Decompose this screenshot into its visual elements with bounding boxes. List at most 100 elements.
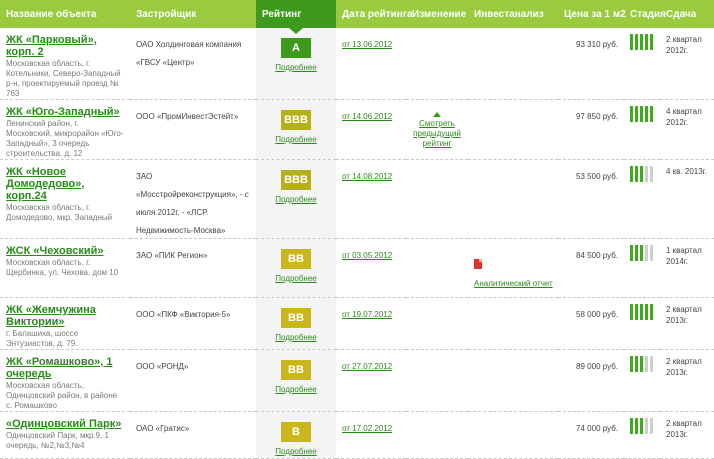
developer-name: ООО «ПромИнвестЭстейт» xyxy=(136,112,239,121)
stage-bar xyxy=(630,356,633,372)
completion-cell: 2 квартал 2012г. xyxy=(660,28,714,100)
date-cell: от 14.06.2012 xyxy=(336,100,406,160)
price-per-m2: 74 000 руб. xyxy=(576,424,618,433)
object-address: Московская область, Одинцовский район, в… xyxy=(6,381,118,410)
details-link[interactable]: Подробнее xyxy=(256,274,336,283)
developer-cell: ООО «РОНД» xyxy=(130,350,256,412)
object-cell: ЖК «Жемчужина Виктории» г. Балашиха, шосс… xyxy=(0,298,130,350)
stage-cell xyxy=(624,28,660,100)
object-address: Московская область, г. Щербинка, ул. Чех… xyxy=(6,258,119,277)
ratings-table-wrapper: Название объекта Застройщик Рейтинг Дата… xyxy=(0,0,714,459)
details-link[interactable]: Подробнее xyxy=(256,63,336,72)
details-link[interactable]: Подробнее xyxy=(256,135,336,144)
object-address: Одинцовский Парк, мкр.9, 1 очередь, №2,№… xyxy=(6,431,109,450)
table-row: ЖК «Жемчужина Виктории» г. Балашиха, шосс… xyxy=(0,297,714,350)
object-name-link[interactable]: ЖК «Юго-Западный» xyxy=(6,106,124,118)
table-row: ЖК «Юго-Западный» Ленинский район, г. Мос… xyxy=(0,99,714,160)
rating-badge[interactable]: A xyxy=(281,38,311,58)
details-link[interactable]: Подробнее xyxy=(256,195,336,204)
table-row: ЖК «Новое Домодедово», корп.24 Московская… xyxy=(0,159,714,239)
rating-date-link[interactable]: от 14.08.2012 xyxy=(342,172,392,181)
change-cell xyxy=(406,239,468,298)
change-cell xyxy=(406,28,468,100)
developer-name: ЗАО «ПИК Регион» xyxy=(136,251,208,260)
stage-bar xyxy=(640,166,643,182)
stage-bar xyxy=(635,245,638,261)
stage-bar xyxy=(640,245,643,261)
stage-bar xyxy=(645,418,648,434)
invest-cell xyxy=(468,100,558,160)
object-cell: ЖК «Новое Домодедово», корп.24 Московская… xyxy=(0,160,130,239)
stage-bar xyxy=(640,106,643,122)
rating-cell: BB Подробнее xyxy=(256,297,336,350)
rating-cell: BBB Подробнее xyxy=(256,99,336,160)
object-name-link[interactable]: ЖК «Жемчужина Виктории» xyxy=(6,304,124,328)
rating-date-link[interactable]: от 03.05.2012 xyxy=(342,251,392,260)
stage-bar xyxy=(630,304,633,320)
col-date-header[interactable]: Дата рейтинга xyxy=(336,0,413,28)
object-name-link[interactable]: ЖК «Ромашково», 1 очередь xyxy=(6,356,124,380)
stage-bar xyxy=(650,304,653,320)
developer-cell: ОАО «Гратис» xyxy=(130,412,256,459)
col-price-header[interactable]: Цена за 1 м2 xyxy=(558,0,626,28)
col-rating-header[interactable]: Рейтинг xyxy=(256,0,336,34)
developer-name: ООО «РОНД» xyxy=(136,362,189,371)
stage-bar xyxy=(630,166,633,182)
stage-cell xyxy=(624,239,660,298)
price-cell: 58 000 руб. xyxy=(558,298,624,350)
rating-badge[interactable]: BBB xyxy=(281,170,311,190)
rating-badge[interactable]: BB xyxy=(281,249,311,269)
stage-cell xyxy=(624,298,660,350)
object-name-link[interactable]: «Одинцовский Парк» xyxy=(6,418,124,430)
rating-badge[interactable]: BB xyxy=(281,360,311,380)
object-address: г. Балашиха, шоссе Энтузиастов, д. 79. xyxy=(6,329,79,348)
rating-date-link[interactable]: от 13.06.2012 xyxy=(342,40,392,49)
col-change-header[interactable]: Изменение xyxy=(406,0,468,28)
rating-badge[interactable]: BBB xyxy=(281,110,311,130)
col-completion-header[interactable]: Сдача xyxy=(660,0,714,28)
object-name-link[interactable]: ЖК «Новое Домодедово», корп.24 xyxy=(6,166,124,202)
details-link[interactable]: Подробнее xyxy=(256,447,336,456)
stage-bar xyxy=(635,106,638,122)
col-stage-header[interactable]: Стадия xyxy=(624,0,666,28)
col-developer-header[interactable]: Застройщик xyxy=(130,0,256,28)
object-name-link[interactable]: ЖСК «Чеховский» xyxy=(6,245,124,257)
rating-badge[interactable]: B xyxy=(281,422,311,442)
col-name-header[interactable]: Название объекта xyxy=(0,0,130,28)
completion-cell: 4 кв. 2013г. xyxy=(660,160,714,239)
price-cell: 74 000 руб. xyxy=(558,412,624,459)
completion-date: 4 кв. 2013г. xyxy=(666,167,707,176)
col-invest-header[interactable]: Инвестанализ xyxy=(468,0,558,28)
rating-date-link[interactable]: от 17.02.2012 xyxy=(342,424,392,433)
price-per-m2: 53 500 руб. xyxy=(576,172,618,181)
rating-date-link[interactable]: от 19.07.2012 xyxy=(342,310,392,319)
previous-rating-link[interactable]: Смотреть предыдущий рейтинг xyxy=(412,119,462,149)
rating-cell: A Подробнее xyxy=(256,28,336,100)
details-link[interactable]: Подробнее xyxy=(256,385,336,394)
rating-badge[interactable]: BB xyxy=(281,308,311,328)
stage-bar xyxy=(650,418,653,434)
ratings-table: Название объекта Застройщик Рейтинг Дата… xyxy=(0,0,714,459)
stage-bar xyxy=(650,34,653,50)
invest-cell xyxy=(468,160,558,239)
rating-date-link[interactable]: от 14.06.2012 xyxy=(342,112,392,121)
table-row: ЖК «Ромашково», 1 очередь Московская обла… xyxy=(0,349,714,412)
stage-indicator xyxy=(630,356,654,372)
object-name-link[interactable]: ЖК «Парковый», корп. 2 xyxy=(6,34,124,58)
details-link[interactable]: Подробнее xyxy=(256,333,336,342)
date-cell: от 27.07.2012 xyxy=(336,350,406,412)
developer-name: ООО «ПКФ «Виктория-5» xyxy=(136,310,231,319)
stage-bar xyxy=(645,356,648,372)
rating-date-link[interactable]: от 27.07.2012 xyxy=(342,362,392,371)
completion-date: 2 квартал 2013г. xyxy=(666,305,702,325)
analytic-report-link[interactable]: Аналитический отчет xyxy=(474,279,553,288)
stage-bar xyxy=(640,34,643,50)
invest-cell xyxy=(468,412,558,459)
table-row: «Одинцовский Парк» Одинцовский Парк, мкр.… xyxy=(0,411,714,459)
developer-cell: ЗАО «Мосстройреконструкция», - с июля 20… xyxy=(130,160,256,239)
stage-bar xyxy=(635,34,638,50)
completion-cell: 2 квартал 2013г. xyxy=(660,298,714,350)
stage-cell xyxy=(624,100,660,160)
stage-indicator xyxy=(630,245,654,261)
stage-bar xyxy=(635,418,638,434)
